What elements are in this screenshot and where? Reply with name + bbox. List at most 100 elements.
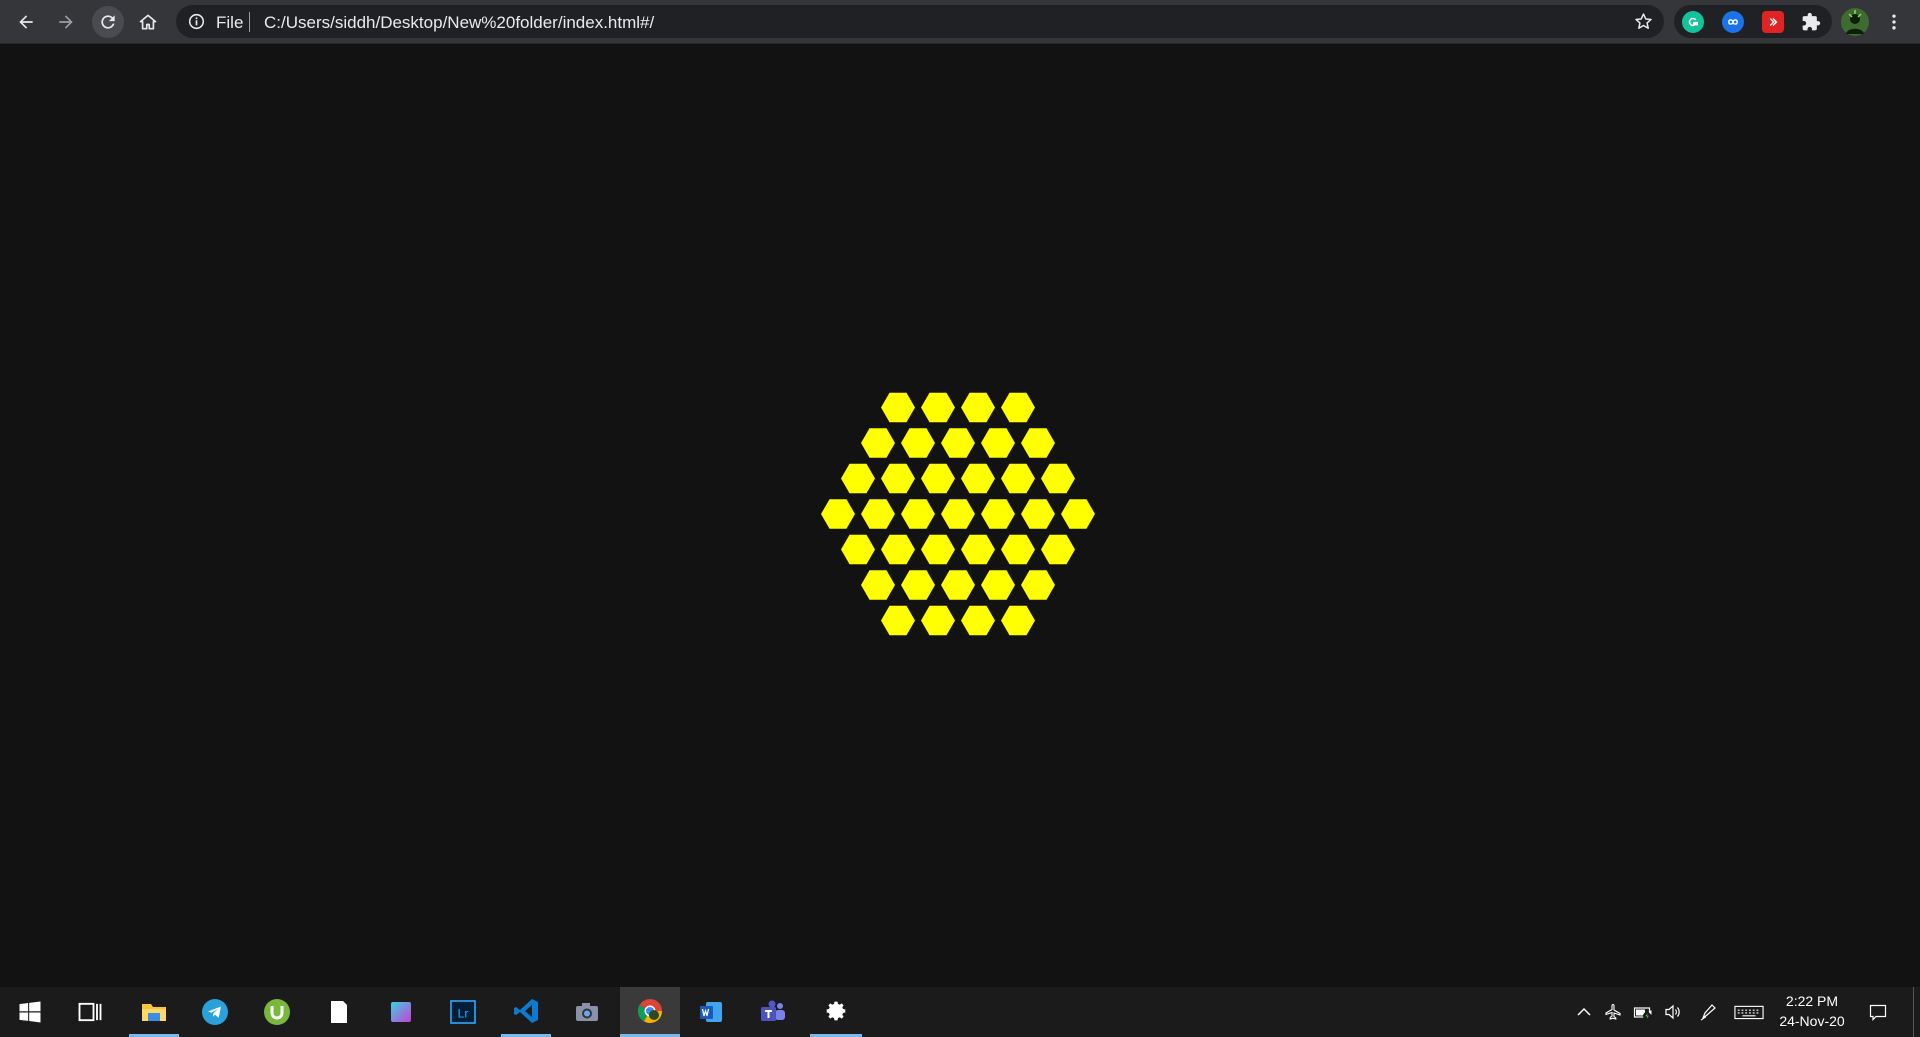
pen-workspace-button[interactable]	[1697, 1000, 1721, 1024]
browser-menu-button[interactable]	[1878, 6, 1910, 38]
hexagon-cell	[881, 392, 915, 423]
taskbar-lightroom[interactable]: Lr	[439, 987, 487, 1037]
hexagon-cell	[881, 463, 915, 494]
kebab-menu-icon	[1892, 14, 1896, 30]
hexagon-cell	[1021, 570, 1055, 600]
task-view-button[interactable]	[66, 987, 114, 1037]
folder-icon	[142, 1003, 166, 1021]
windows-taskbar: Lr 2:22 PM 24-Nov-20	[0, 987, 1920, 1037]
hexagon-cell	[961, 463, 995, 494]
hexagon-cell	[921, 534, 955, 565]
home-button[interactable]	[132, 6, 164, 38]
hexagon-cell	[981, 499, 1015, 529]
chevron-up-icon	[1577, 1007, 1591, 1016]
keyboard-icon	[1734, 1005, 1764, 1020]
action-center-button[interactable]	[1866, 1000, 1890, 1024]
omnibox-separator	[249, 12, 250, 32]
taskbar-utorrent[interactable]	[253, 987, 301, 1037]
hexagon-cell	[921, 463, 955, 494]
hexagon-cell	[1001, 463, 1035, 494]
browser-toolbar: File C:/Users/siddh/Desktop/New%20folder…	[0, 0, 1920, 44]
speaker-icon	[1665, 1004, 1680, 1020]
grammarly-icon[interactable]	[1682, 11, 1704, 33]
vscode-icon	[514, 998, 538, 1023]
teams-icon	[761, 1000, 785, 1021]
hexagon-cell	[921, 605, 955, 636]
taskbar-clock[interactable]: 2:22 PM 24-Nov-20	[1770, 991, 1854, 1031]
task-view-icon	[78, 1002, 102, 1022]
battery-charging-icon	[1633, 1007, 1652, 1020]
extensions-puzzle-icon[interactable]	[1800, 11, 1822, 33]
video-extension-icon[interactable]	[1762, 11, 1784, 33]
taskbar-chrome[interactable]	[620, 987, 680, 1037]
start-button[interactable]	[6, 987, 54, 1037]
hexagon-cell	[1041, 534, 1075, 565]
hexagon-cell	[901, 570, 935, 600]
hexagon-cell	[941, 428, 975, 458]
hexagon-cell	[1041, 463, 1075, 494]
hexagon-cell	[1001, 605, 1035, 636]
hexagon-cell	[961, 534, 995, 565]
back-button[interactable]	[10, 6, 42, 38]
hexagon-cell	[961, 605, 995, 636]
camera-icon	[576, 1003, 598, 1021]
reload-button[interactable]	[92, 6, 124, 38]
page-scheme-label: File	[216, 13, 244, 32]
taskbar-camera[interactable]	[563, 987, 611, 1037]
hexagon-cell	[1001, 534, 1035, 565]
profile-avatar[interactable]	[1841, 8, 1869, 36]
hexagon-cell	[981, 570, 1015, 600]
taskbar-settings[interactable]	[810, 987, 862, 1037]
hexagon-cell	[961, 392, 995, 423]
airplane-mode-indicator[interactable]	[1601, 1000, 1625, 1024]
telegram-icon	[202, 999, 228, 1025]
hexagon-cell	[881, 605, 915, 636]
hexagon-cell	[861, 499, 895, 529]
chrome-icon	[637, 998, 662, 1023]
hexagon-cell	[1061, 499, 1095, 529]
taskbar-square-app[interactable]	[377, 987, 425, 1037]
clock-time: 2:22 PM	[1785, 993, 1839, 1009]
taskbar-teams[interactable]	[749, 987, 797, 1037]
hexagon-cell	[1001, 392, 1035, 423]
show-hidden-icons-button[interactable]	[1572, 1000, 1596, 1024]
utorrent-icon	[264, 999, 290, 1025]
info-icon[interactable]	[188, 13, 205, 30]
forward-button[interactable]	[50, 6, 82, 38]
hexagon-cell	[921, 392, 955, 423]
hexagon-cell	[881, 534, 915, 565]
hexagon-cell	[901, 428, 935, 458]
hexagon-cell	[861, 428, 895, 458]
taskbar-file-explorer[interactable]	[129, 987, 179, 1037]
pen-icon	[1700, 1004, 1716, 1021]
infinity-extension-icon[interactable]	[1722, 11, 1744, 33]
gradient-square-icon	[391, 1002, 411, 1022]
extensions-area	[1674, 5, 1832, 38]
hexagon-cell	[861, 570, 895, 600]
gear-icon	[826, 1001, 846, 1020]
hexagon-cell	[941, 499, 975, 529]
notification-icon	[1869, 1004, 1887, 1021]
lightroom-label: Lr	[458, 1007, 469, 1021]
windows-logo-icon	[19, 1001, 41, 1023]
bookmark-star-icon[interactable]	[1633, 11, 1654, 32]
taskbar-telegram[interactable]	[191, 987, 239, 1037]
battery-indicator[interactable]	[1631, 1000, 1655, 1024]
reload-icon	[101, 15, 115, 29]
touch-keyboard-button[interactable]	[1733, 1000, 1765, 1024]
address-bar[interactable]: File C:/Users/siddh/Desktop/New%20folder…	[176, 5, 1664, 38]
hexagon-cell	[841, 463, 875, 494]
word-icon	[700, 1002, 722, 1022]
page-content	[0, 45, 1920, 987]
taskbar-word[interactable]	[687, 987, 735, 1037]
hexagon-cell	[1021, 499, 1055, 529]
blank-document-icon	[331, 1001, 347, 1023]
volume-indicator[interactable]	[1661, 1000, 1685, 1024]
clock-date: 24-Nov-20	[1779, 1013, 1845, 1029]
taskbar-vscode[interactable]	[501, 987, 551, 1037]
hexagon-cell	[821, 499, 855, 529]
url-text[interactable]: C:/Users/siddh/Desktop/New%20folder/inde…	[264, 13, 654, 33]
show-desktop-button[interactable]	[1913, 987, 1920, 1037]
hexagon-cell	[901, 499, 935, 529]
taskbar-notepad[interactable]	[315, 987, 363, 1037]
